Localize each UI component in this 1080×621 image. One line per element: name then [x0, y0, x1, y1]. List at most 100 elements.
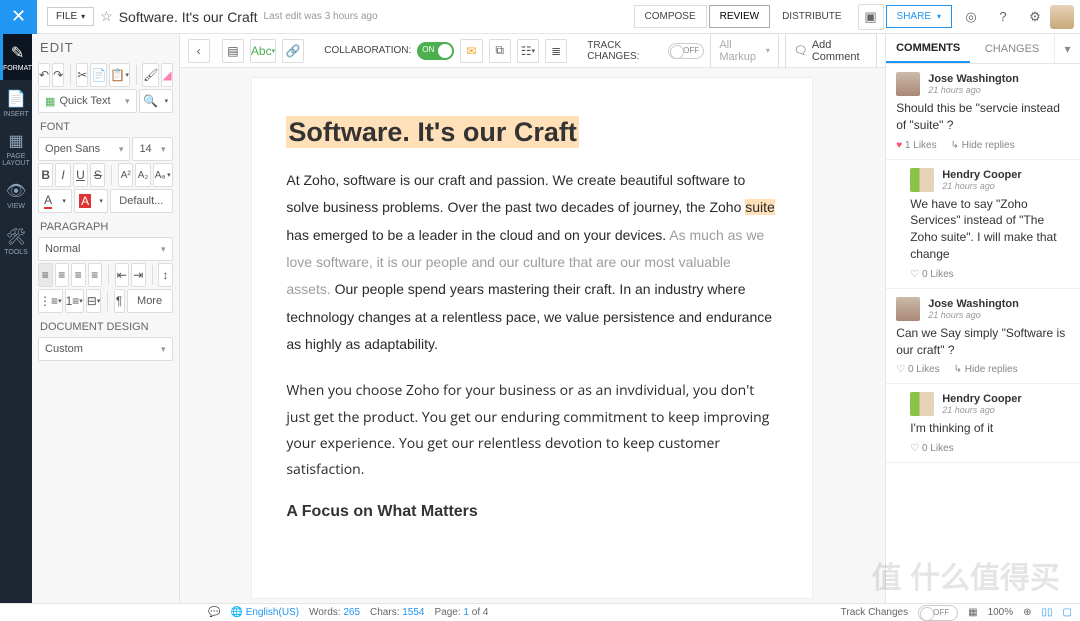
track-changes-toggle[interactable]: OFF: [668, 43, 704, 59]
file-menu[interactable]: FILE▾: [47, 7, 94, 26]
word-count[interactable]: Words: 265: [309, 607, 360, 618]
comment-item[interactable]: Jose Washington21 hours agoShould this b…: [886, 64, 1080, 160]
markup-select[interactable]: All Markup▾: [710, 33, 779, 69]
rail-format[interactable]: ✎FORMAT: [0, 34, 32, 80]
chat-icon[interactable]: 💬: [208, 607, 220, 618]
nav-rail: ✎FORMAT 📄INSERT ▦PAGE LAYOUT 👁VIEW 🛠TOOL…: [0, 34, 32, 603]
strikethrough-button[interactable]: S: [90, 163, 105, 187]
zoom-in-icon[interactable]: ⊕: [1023, 607, 1031, 618]
page-indicator[interactable]: Page: 1 of 4: [435, 607, 489, 618]
comment-item[interactable]: Hendry Cooper21 hours agoI'm thinking of…: [886, 384, 1080, 463]
help-icon[interactable]: ?: [990, 4, 1016, 30]
distribute-tab[interactable]: DISTRIBUTE: [772, 6, 851, 27]
document-canvas[interactable]: Software. It's our Craft At Zoho, softwa…: [180, 68, 886, 603]
ribbon-expand-icon[interactable]: ‹: [188, 39, 210, 63]
view-grid-icon[interactable]: ▦: [968, 607, 977, 618]
rail-page-layout[interactable]: ▦PAGE LAYOUT: [0, 126, 32, 172]
star-icon[interactable]: ☆: [100, 8, 113, 25]
location-icon[interactable]: ◎: [958, 4, 984, 30]
settings-icon[interactable]: ⚙: [1022, 4, 1048, 30]
italic-button[interactable]: I: [55, 163, 70, 187]
copy-button[interactable]: 📄: [90, 63, 107, 87]
highlight-color-button[interactable]: A▾: [74, 189, 108, 213]
zoom-level[interactable]: 100%: [988, 607, 1014, 618]
format-painter-button[interactable]: 🖌: [142, 63, 159, 87]
align-justify-button[interactable]: ≡: [88, 263, 103, 287]
like-button[interactable]: ♡ 0 Likes: [896, 364, 939, 375]
more-paragraph-button[interactable]: More: [127, 289, 173, 313]
doc-paragraph-1[interactable]: At Zoho, software is our craft and passi…: [286, 167, 778, 358]
like-button[interactable]: ♥ 1 Likes: [896, 140, 936, 151]
compose-tab[interactable]: COMPOSE: [634, 5, 707, 28]
font-family-select[interactable]: Open Sans▾: [38, 137, 130, 161]
number-list-button[interactable]: 1≡▾: [65, 289, 84, 313]
comment-item[interactable]: Jose Washington21 hours agoCan we Say si…: [886, 289, 1080, 385]
line-spacing-button[interactable]: ↕: [158, 263, 173, 287]
hide-replies-button[interactable]: ↳ Hide replies: [954, 364, 1018, 375]
app-logo[interactable]: ✕: [0, 0, 37, 34]
redo-button[interactable]: ↷: [52, 63, 64, 87]
find-button[interactable]: 🔍▾: [139, 89, 173, 113]
bold-button[interactable]: B: [38, 163, 53, 187]
tab-changes[interactable]: CHANGES: [970, 34, 1054, 63]
presence-icon[interactable]: ▣: [858, 4, 884, 30]
ribbon-link-icon[interactable]: 🔗: [282, 39, 304, 63]
ribbon-list-icon[interactable]: ☷▾: [517, 39, 539, 63]
view-page-icon[interactable]: ▯▯: [1042, 607, 1053, 618]
align-left-button[interactable]: ≡: [38, 263, 53, 287]
indent-button[interactable]: ⇥: [131, 263, 146, 287]
comments-panel: COMMENTS CHANGES ▾ Jose Washington21 hou…: [885, 34, 1080, 603]
document-page[interactable]: Software. It's our Craft At Zoho, softwa…: [252, 78, 812, 598]
share-button[interactable]: SHARE▾: [886, 5, 952, 28]
format-icon: ✎: [11, 43, 24, 63]
eraser-button[interactable]: ◢: [161, 63, 172, 87]
superscript-button[interactable]: A²: [118, 163, 133, 187]
doc-subheading[interactable]: A Focus on What Matters: [286, 503, 778, 521]
multilevel-list-button[interactable]: ⊟▾: [86, 289, 102, 313]
doc-paragraph-2[interactable]: When you choose Zoho for your business o…: [286, 378, 778, 483]
rail-tools[interactable]: 🛠TOOLS: [0, 218, 32, 264]
outdent-button[interactable]: ⇤: [115, 263, 130, 287]
align-center-button[interactable]: ≡: [55, 263, 70, 287]
paste-button[interactable]: 📋▾: [109, 63, 129, 87]
design-select[interactable]: Custom▾: [38, 337, 173, 361]
rail-insert[interactable]: 📄INSERT: [0, 80, 32, 126]
font-size-select[interactable]: 14▾: [132, 137, 172, 161]
bullet-list-button[interactable]: ⋮≡▾: [38, 289, 63, 313]
ribbon-screens-icon[interactable]: ⧉: [489, 39, 511, 63]
tab-comments[interactable]: COMMENTS: [886, 34, 970, 63]
like-button[interactable]: ♡ 0 Likes: [910, 443, 953, 454]
collaboration-toggle[interactable]: [417, 42, 454, 60]
view-full-icon[interactable]: ▢: [1063, 607, 1072, 618]
align-right-button[interactable]: ≡: [71, 263, 86, 287]
quick-text-dropdown[interactable]: ▦Quick Text▾: [38, 89, 137, 113]
comment-avatar: [910, 168, 934, 192]
rail-view[interactable]: 👁VIEW: [0, 172, 32, 218]
like-button[interactable]: ♡ 0 Likes: [910, 269, 953, 280]
document-title[interactable]: Software. It's our Craft: [119, 9, 258, 25]
cut-button[interactable]: ✂: [76, 63, 88, 87]
case-button[interactable]: Aₐ▾: [153, 163, 173, 187]
paragraph-mark-button[interactable]: ¶: [114, 289, 125, 313]
comment-item[interactable]: Hendry Cooper21 hours agoWe have to say …: [886, 160, 1080, 289]
filter-icon[interactable]: ▾: [1054, 34, 1080, 63]
ribbon-toc-icon[interactable]: ▤: [222, 39, 244, 63]
language-button[interactable]: 🌐 English(US): [230, 607, 299, 618]
doc-heading[interactable]: Software. It's our Craft: [286, 112, 778, 149]
paragraph-section-label: PARAGRAPH: [40, 221, 173, 233]
subscript-button[interactable]: A₂: [135, 163, 150, 187]
review-tab[interactable]: REVIEW: [709, 5, 770, 28]
default-style-button[interactable]: Default...: [110, 189, 173, 213]
paragraph-style-select[interactable]: Normal▾: [38, 237, 173, 261]
add-comment-button[interactable]: 🗨Add Comment: [785, 33, 877, 69]
user-avatar[interactable]: [1050, 5, 1074, 29]
ribbon-lines-icon[interactable]: ≣: [545, 39, 567, 63]
undo-button[interactable]: ↶: [38, 63, 50, 87]
hide-replies-button[interactable]: ↳ Hide replies: [951, 140, 1015, 151]
underline-button[interactable]: U: [73, 163, 88, 187]
spellcheck-button[interactable]: Abc▾: [250, 39, 276, 63]
mail-icon[interactable]: ✉: [460, 39, 482, 63]
font-color-button[interactable]: A▾: [38, 189, 72, 213]
status-track-toggle[interactable]: OFF: [918, 605, 958, 621]
char-count[interactable]: Chars: 1554: [370, 607, 424, 618]
